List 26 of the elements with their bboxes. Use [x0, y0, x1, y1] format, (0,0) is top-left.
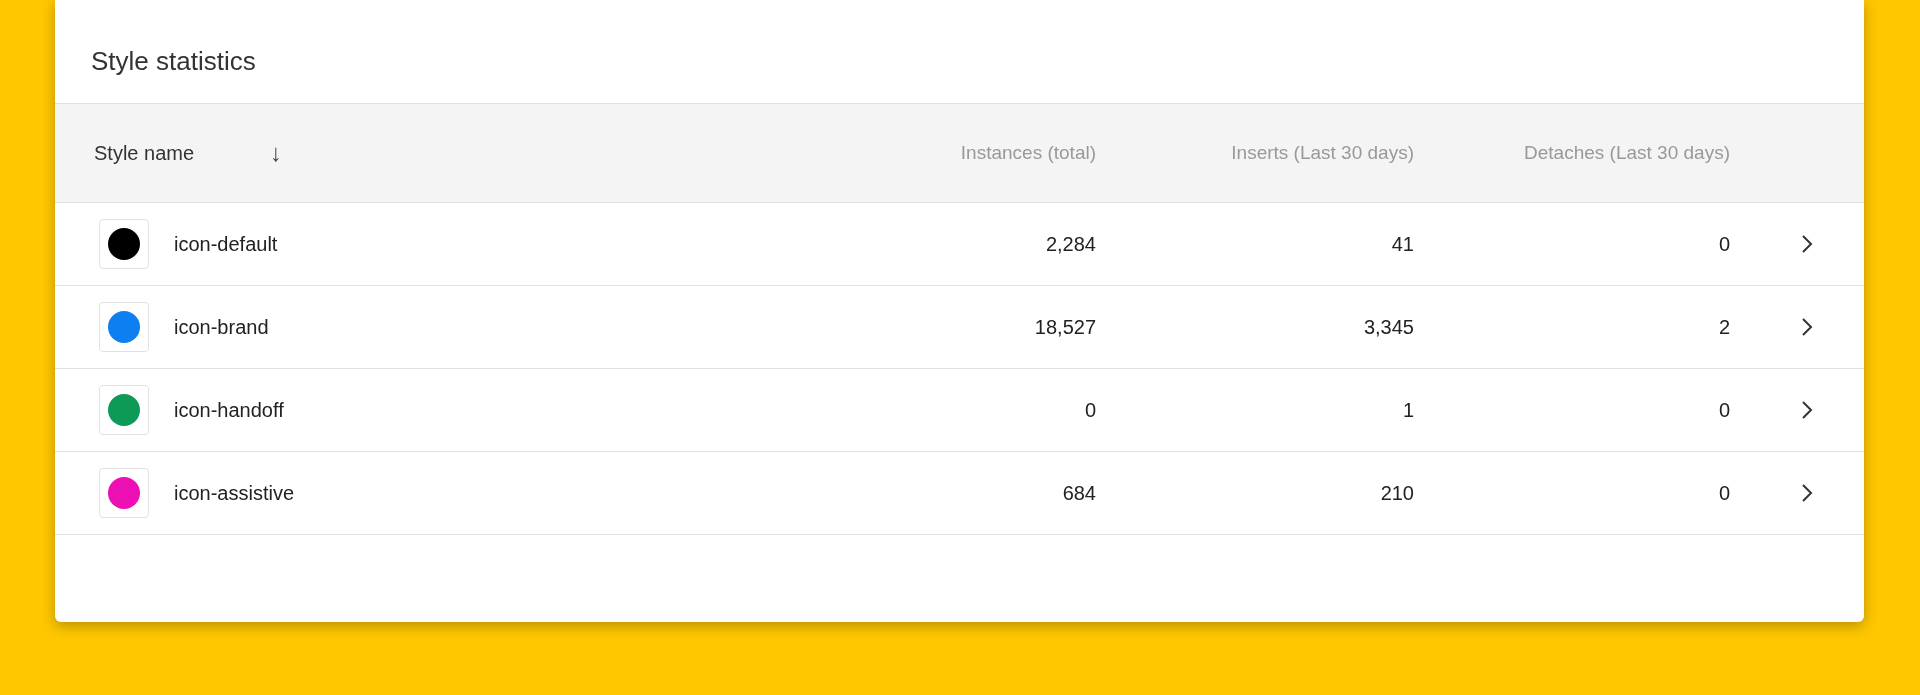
column-header[interactable]: Detaches (Last 30 days) [1524, 142, 1730, 163]
table-cell: 3,345 [1363, 315, 1414, 338]
style-name: icon-default [174, 232, 278, 256]
sort-arrow[interactable]: ↓ [270, 139, 283, 167]
panel-title: Style statistics [91, 46, 256, 77]
style-name: icon-assistive [174, 481, 295, 505]
chevron-right-icon[interactable] [1801, 400, 1813, 420]
table-cell: 1 [1402, 398, 1414, 421]
table-cell: 0 [1084, 398, 1096, 421]
table-cell: 2,284 [1045, 232, 1096, 255]
table-cell: 210 [1380, 481, 1414, 504]
column-header[interactable]: Inserts (Last 30 days) [1231, 142, 1414, 163]
column-header[interactable]: Style name [94, 141, 195, 165]
table-cell: 18,527 [1034, 315, 1096, 338]
chevron-right-icon[interactable] [1801, 234, 1813, 254]
table-cell: 0 [1718, 232, 1730, 255]
style-name: icon-handoff [174, 398, 284, 422]
chevron-right-icon[interactable] [1801, 483, 1813, 503]
table-cell: 0 [1718, 481, 1730, 504]
chevron-right-icon[interactable] [1801, 317, 1813, 337]
style-name: icon-brand [174, 315, 269, 339]
table-cell: 41 [1391, 232, 1414, 255]
table-cell: 0 [1718, 398, 1730, 421]
table-cell: 2 [1718, 315, 1730, 338]
column-header[interactable]: Instances (total) [960, 142, 1096, 163]
table-cell: 684 [1062, 481, 1096, 504]
